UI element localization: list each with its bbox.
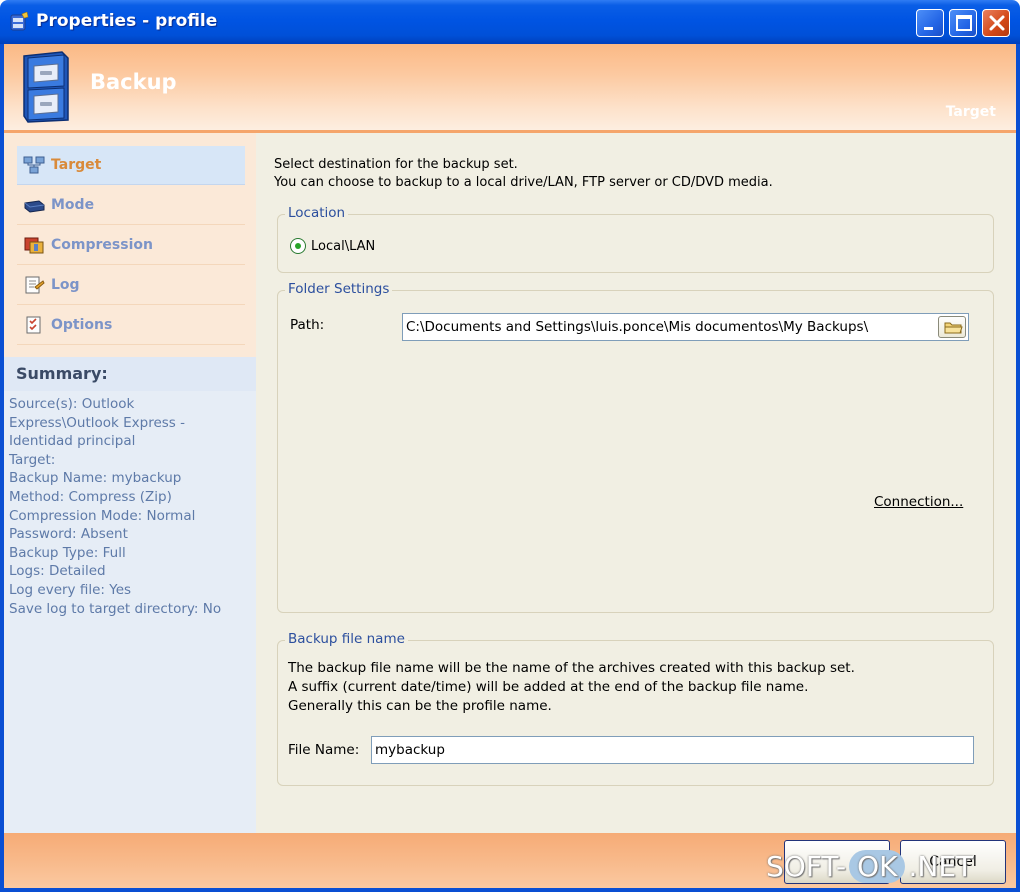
watermark-text: SOFT- [766,849,847,883]
sidebar-item-compression[interactable]: Compression [17,226,245,265]
backup-file-name-group: Backup file name The backup file name wi… [277,631,994,786]
title-bar[interactable]: Properties - profile [0,0,1020,44]
minimize-button[interactable] [916,9,944,37]
maximize-icon [956,15,972,31]
sidebar-item-label: Mode [51,197,95,213]
file-name-input[interactable]: mybackup [371,736,974,764]
watermark: SOFT- OK .NET [766,844,973,888]
mode-disk-icon [24,200,45,213]
target-network-icon [23,156,45,174]
folder-settings-label: Folder Settings [285,281,393,297]
backup-file-name-label: Backup file name [285,631,408,647]
sidebar-item-label: Target [51,157,102,173]
description-line: A suffix (current date/time) will be add… [288,679,809,695]
file-name-label: File Name: [288,742,360,758]
filing-cabinet-icon [23,51,69,123]
maximize-button[interactable] [949,9,977,37]
compression-icon [24,237,44,254]
folder-icon [944,322,963,334]
intro-line: Select destination for the backup set. [274,157,518,172]
location-group-label: Location [285,205,349,221]
content-panel: Select destination for the backup set. Y… [256,133,1016,833]
window-title: Properties - profile [36,11,218,31]
app-icon [10,12,29,31]
sidebar-item-label: Compression [51,237,153,253]
folder-settings-group: Folder Settings Path: C:\Documents and S… [277,281,994,613]
local-lan-radio[interactable]: Local\LAN [290,238,375,254]
sidebar-item-label: Options [51,317,113,333]
sidebar-item-options[interactable]: Options [17,306,245,345]
summary-panel: Source(s): Outlook Express\Outlook Expre… [4,391,256,833]
log-icon [25,276,45,294]
sidebar-item-log[interactable]: Log [17,266,245,305]
summary-line: Backup Name: mybackup [9,470,182,487]
banner-title: Backup [90,70,177,94]
sidebar-item-label: Log [51,277,80,293]
summary-line: Method: Compress (Zip) [9,488,172,505]
sidebar-item-mode[interactable]: Mode [17,186,245,225]
window-frame-right [1016,44,1020,892]
summary-line: Log every file: Yes [9,581,132,598]
summary-line: Target: [9,451,56,468]
radio-selected-icon[interactable] [290,238,306,254]
location-group: Location Local\LAN [277,205,994,273]
summary-line: Compression Mode: Normal [9,507,196,524]
summary-line: Express\Outlook Express - [9,414,185,431]
watermark-text: OK [849,849,906,883]
watermark-text: .NET [908,849,974,883]
summary-line: Save log to target directory: No [9,600,222,617]
connection-link[interactable]: Connection... [874,494,963,510]
minimize-icon [924,27,933,30]
sidebar-item-target[interactable]: Target [17,146,245,185]
summary-line: Password: Absent [9,526,128,543]
browse-folder-button[interactable] [938,316,966,338]
summary-line: Source(s): Outlook [9,396,135,412]
summary-line: Identidad principal [9,433,136,450]
window-frame-bottom [0,888,1020,892]
description-line: Generally this can be the profile name. [288,698,552,714]
summary-line: Backup Type: Full [9,544,126,561]
close-icon [989,15,1005,31]
header-banner: Backup Target [4,44,1016,130]
description-line: The backup file name will be the name of… [288,660,855,676]
sidebar: Target Mode Compression Log Options Summ… [4,133,256,833]
path-label: Path: [290,317,325,333]
main-area: Target Mode Compression Log Options Summ… [4,133,1016,833]
path-input[interactable]: C:\Documents and Settings\luis.ponce\Mis… [402,313,969,341]
summary-title: Summary: [4,357,256,391]
local-lan-label: Local\LAN [311,238,376,254]
backup-file-name-description: The backup file name will be the name of… [288,659,855,716]
intro-line: You can choose to backup to a local driv… [274,175,773,190]
options-icon [26,316,41,334]
summary-line: Logs: Detailed [9,563,106,580]
intro-text: Select destination for the backup set. Y… [274,156,773,192]
close-button[interactable] [982,9,1010,37]
banner-subtitle: Target [945,104,996,120]
